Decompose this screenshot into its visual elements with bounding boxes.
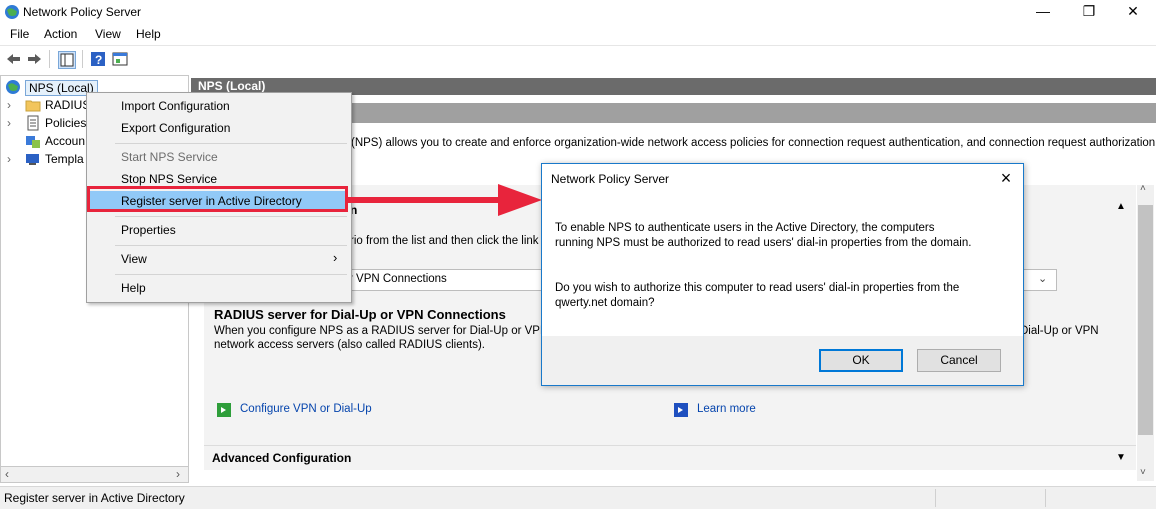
scrollbar-thumb[interactable]: [1138, 205, 1153, 435]
back-arrow-icon[interactable]: [5, 51, 21, 67]
select-instructions: rio from the list and then click the lin…: [350, 235, 564, 247]
menu-view[interactable]: View: [95, 27, 121, 41]
tree-item-label: Policies: [45, 116, 87, 130]
show-console-tree-icon[interactable]: [58, 51, 76, 69]
menu-help[interactable]: Help: [136, 27, 161, 41]
menu-item-view[interactable]: View: [121, 252, 147, 266]
menu-separator: [115, 274, 347, 275]
blue-arrow-icon: [674, 403, 688, 417]
scroll-down-icon[interactable]: ˅: [1140, 467, 1146, 478]
dialog-close-icon[interactable]: ×: [994, 166, 1018, 190]
toolbar: ?: [0, 45, 1156, 74]
minimize-button[interactable]: —: [1020, 0, 1066, 24]
folder-icon: [25, 100, 41, 112]
restore-button[interactable]: ❐: [1066, 0, 1112, 24]
menu-action[interactable]: Action: [44, 27, 77, 41]
accounting-icon: [26, 136, 40, 148]
radius-server-title: RADIUS server for Dial-Up or VPN Connect…: [214, 307, 506, 322]
menu-separator: [115, 143, 347, 144]
submenu-arrow-icon: ›: [333, 250, 338, 265]
configure-vpn-link[interactable]: Configure VPN or Dial-Up: [240, 403, 372, 415]
chevron-down-icon: ⌄: [1038, 273, 1048, 285]
nps-globe-icon: [6, 80, 20, 94]
authorize-dialog: Network Policy Server × To enable NPS to…: [541, 163, 1024, 386]
nps-globe-icon: [5, 5, 19, 19]
expand-arrow-icon[interactable]: ▼: [1116, 452, 1126, 463]
properties-window-icon[interactable]: [112, 51, 128, 67]
scroll-left-icon[interactable]: ‹: [5, 467, 9, 481]
dialog-message: To enable NPS to authenticate users in t…: [555, 222, 972, 249]
status-divider: [1045, 489, 1046, 507]
menu-item-import-configuration[interactable]: Import Configuration: [121, 99, 230, 113]
radius-server-description-2: network access servers (also called RADI…: [214, 339, 485, 351]
menu-item-stop-nps-service[interactable]: Stop NPS Service: [121, 172, 217, 186]
dropdown-value: r VPN Connections: [349, 273, 447, 285]
annotation-arrow-icon: [348, 184, 542, 216]
window-title: Network Policy Server: [23, 5, 142, 19]
tree-item-label: RADIUS: [45, 98, 91, 112]
cancel-button[interactable]: Cancel: [917, 349, 1001, 372]
expand-chevron-icon[interactable]: ›: [7, 116, 11, 130]
tree-item-label: Accoun: [45, 134, 86, 148]
templates-icon: [26, 154, 39, 165]
close-window-button[interactable]: ✕: [1110, 0, 1156, 24]
ok-button[interactable]: OK: [819, 349, 903, 372]
help-icon[interactable]: ?: [90, 51, 106, 67]
intro-text: (NPS) allows you to create and enforce o…: [351, 137, 1156, 149]
expand-chevron-icon[interactable]: ›: [7, 98, 11, 112]
status-bar: Register server in Active Directory: [0, 486, 1156, 509]
forward-arrow-icon[interactable]: [27, 51, 43, 67]
tree-item-label: Templa: [45, 152, 84, 166]
green-arrow-icon: [217, 403, 231, 417]
title-bar: Network Policy Server — ❐ ✕: [0, 0, 1156, 24]
scroll-up-icon[interactable]: ˄: [1140, 183, 1146, 194]
menu-item-help[interactable]: Help: [121, 281, 146, 295]
radius-server-description: When you configure NPS as a RADIUS serve…: [214, 325, 570, 337]
annotation-highlight-box: [87, 186, 348, 212]
status-divider: [935, 489, 936, 507]
expand-chevron-icon[interactable]: ›: [7, 152, 11, 166]
status-text: Register server in Active Directory: [4, 491, 185, 505]
toolbar-divider: [49, 50, 50, 68]
learn-more-link[interactable]: Learn more: [697, 403, 756, 415]
menu-item-export-configuration[interactable]: Export Configuration: [121, 121, 230, 135]
advanced-configuration-section[interactable]: Advanced Configuration ▼: [204, 445, 1136, 470]
svg-text:?: ?: [95, 53, 102, 67]
menu-bar: File Action View Help: [0, 24, 1156, 44]
advanced-title: Advanced Configuration: [212, 451, 352, 465]
menu-separator: [115, 245, 347, 246]
collapse-arrow-icon[interactable]: ▲: [1116, 201, 1126, 212]
toolbar-divider: [82, 50, 83, 68]
dialog-question: Do you wish to authorize this computer t…: [555, 282, 960, 309]
tree-horizontal-scrollbar[interactable]: ‹ ›: [0, 466, 189, 483]
menu-file[interactable]: File: [10, 27, 29, 41]
menu-item-properties[interactable]: Properties: [121, 223, 176, 237]
menu-separator: [115, 216, 347, 217]
menu-item-start-nps-service: Start NPS Service: [121, 150, 218, 164]
radius-server-description-tail: Dial-Up or VPN: [1020, 325, 1099, 337]
policy-document-icon: [27, 115, 39, 131]
scroll-right-icon[interactable]: ›: [176, 467, 180, 481]
dialog-title: Network Policy Server: [551, 172, 670, 186]
